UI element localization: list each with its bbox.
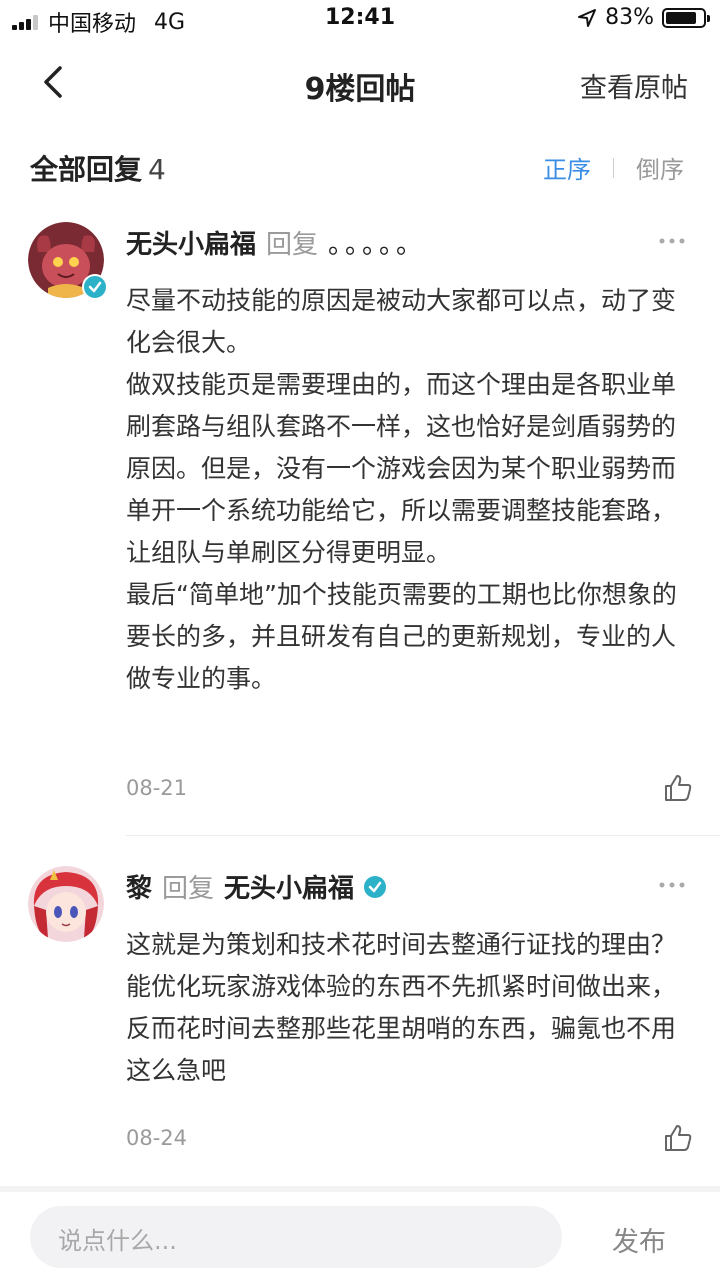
reply-word: 回复	[162, 874, 215, 904]
reply-word: 回复	[266, 230, 319, 260]
reply-date: 08-21	[126, 776, 188, 800]
battery-percent: 83%	[605, 5, 654, 30]
sort-divider	[613, 157, 614, 178]
reply-paragraph: 最后“简单地”加个技能页需要的工期也比你想象的要长的多，并且研发有自己的更新规划…	[126, 580, 677, 693]
author-name[interactable]: 黎	[126, 868, 152, 905]
verified-badge-icon	[82, 274, 108, 300]
reply-target: 。。。。。	[328, 230, 427, 260]
location-arrow-icon	[578, 8, 597, 27]
sort-descending-button[interactable]: 倒序	[636, 150, 684, 185]
reply-divider	[126, 835, 720, 836]
reply-user-line: 无头小扁福 回复 。。。。。	[126, 224, 426, 261]
status-right: 83%	[577, 5, 710, 30]
comment-input-placeholder: 说点什么...	[58, 1227, 177, 1255]
view-original-post-button[interactable]: 查看原帖	[580, 66, 688, 105]
battery-icon	[662, 7, 710, 28]
more-dots-icon[interactable]	[658, 880, 686, 890]
sort-toggle: 正序 倒序	[543, 150, 684, 185]
avatar-image	[28, 866, 104, 942]
reply-user-line: 黎 回复 无头小扁福	[126, 868, 387, 905]
reply-paragraph: 这就是为策划和技术花时间去整通行证找的理由？能优化玩家游戏体验的东西不先抓紧时间…	[126, 930, 677, 1085]
reply-paragraph: 做双技能页是需要理由的，而这个理由是各职业单刷套路与组队套路不一样，这也恰好是剑…	[126, 370, 677, 567]
replies-title-label: 全部回复	[30, 153, 143, 186]
reply-content: 这就是为策划和技术花时间去整通行证找的理由？能优化玩家游戏体验的东西不先抓紧时间…	[126, 924, 686, 1092]
comment-bar: 说点什么... 发布	[0, 1186, 720, 1287]
more-dots-icon[interactable]	[658, 236, 686, 246]
reply-target[interactable]: 无头小扁福	[224, 868, 354, 905]
reply-item: 黎 回复 无头小扁福 这就是为策划和技术花时间去整通行证找的理由？能优化玩家游戏…	[0, 862, 720, 1182]
thumbs-up-icon[interactable]	[662, 772, 694, 804]
reply-item: 无头小扁福 回复 。。。。。 尽量不动技能的原因是被动大家都可以点，动了变化会很…	[0, 218, 720, 838]
verified-badge-icon	[364, 875, 387, 898]
reply-content: 尽量不动技能的原因是被动大家都可以点，动了变化会很大。 做双技能页是需要理由的，…	[126, 280, 686, 700]
nav-bar: 9楼回帖 查看原帖	[0, 44, 720, 120]
replies-count: 4	[148, 153, 166, 186]
thumbs-up-icon[interactable]	[662, 1122, 694, 1154]
battery-fill	[666, 11, 696, 24]
status-bar: 中国移动 4G 12:41 83%	[0, 0, 720, 40]
reply-paragraph: 尽量不动技能的原因是被动大家都可以点，动了变化会很大。	[126, 286, 677, 357]
replies-title: 全部回复 4	[30, 148, 166, 188]
author-name[interactable]: 无头小扁福	[126, 224, 256, 261]
replies-header: 全部回复 4 正序 倒序	[0, 140, 720, 190]
publish-button[interactable]: 发布	[612, 1220, 666, 1259]
reply-date: 08-24	[126, 1126, 188, 1150]
avatar[interactable]	[28, 866, 104, 942]
sort-ascending-button[interactable]: 正序	[543, 150, 591, 185]
comment-input[interactable]: 说点什么...	[30, 1206, 562, 1268]
